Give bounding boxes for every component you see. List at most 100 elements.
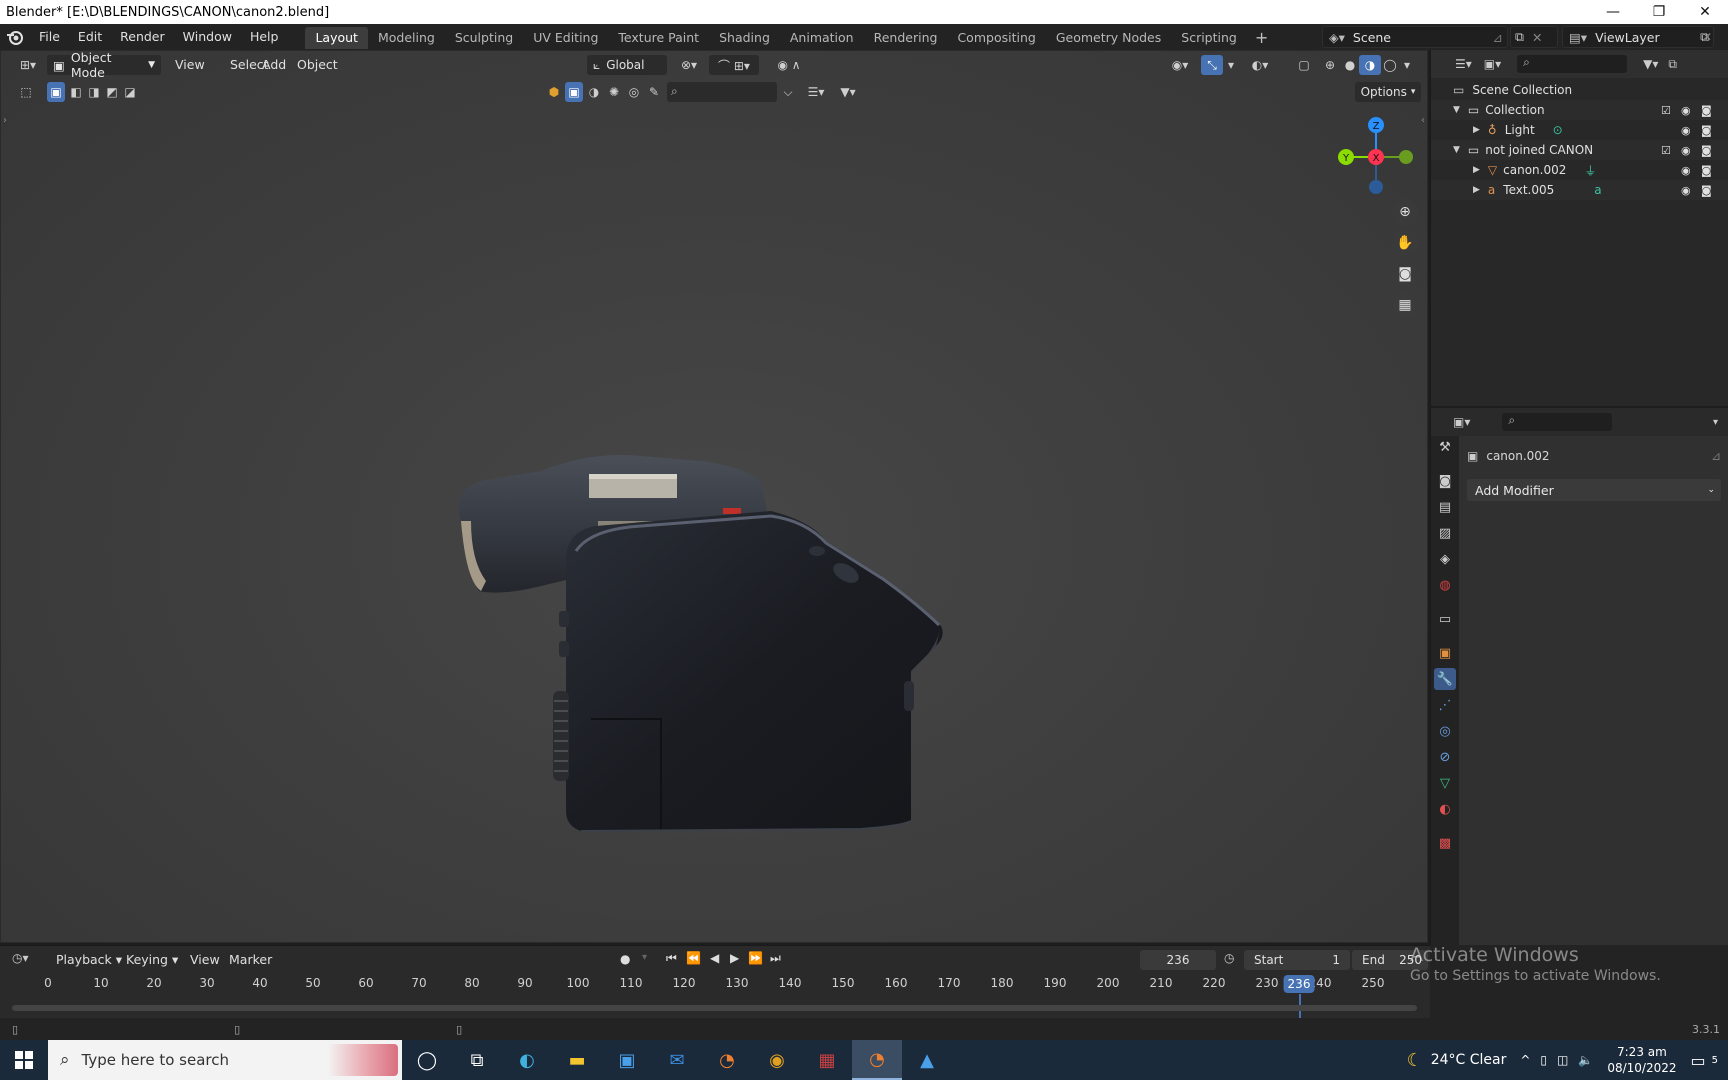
menu-edit[interactable]: Edit [69, 24, 111, 50]
tab-geometry-nodes[interactable]: Geometry Nodes [1046, 27, 1171, 49]
options-dropdown-icon[interactable]: ▾ [1713, 417, 1718, 428]
next-keyframe-icon[interactable]: ⏩ [748, 951, 763, 965]
camera-view-icon[interactable]: ◙ [1392, 261, 1418, 287]
blender-taskbar-icon[interactable]: ◔ [702, 1040, 752, 1080]
remove-viewlayer-icon[interactable]: ✕ [1702, 30, 1712, 44]
search-clear-icon[interactable]: ⌵ [779, 82, 797, 102]
expand-arrow-icon[interactable]: ▶ [1473, 125, 1480, 135]
display-mode-icon[interactable]: ▣▾ [1484, 57, 1501, 71]
expand-arrow-icon[interactable]: ▶ [1473, 185, 1480, 195]
close-button[interactable]: ✕ [1682, 0, 1728, 24]
menu-object[interactable]: Object [289, 54, 346, 76]
select-extend-icon[interactable]: ◧ [67, 82, 85, 102]
new-collection-icon[interactable]: ⧉ [1668, 57, 1677, 72]
outliner-filter-icon[interactable]: ☰▾ [801, 82, 831, 102]
chrome-icon[interactable]: ◉ [752, 1040, 802, 1080]
outliner-row-text-005[interactable]: ▶ a Text.005 a ◉ ◙ [1431, 180, 1728, 200]
constraints-tab-icon[interactable]: ⊘ [1434, 746, 1456, 768]
editor-type-icon[interactable]: ◷▾ [12, 951, 29, 965]
show-hidden-icons-icon[interactable]: ^ [1520, 1053, 1530, 1067]
filter-mesh-icon[interactable]: ▣ [565, 82, 583, 102]
scene-tab-icon[interactable]: ◈ [1434, 548, 1456, 570]
pin-icon[interactable]: ⊿ [1711, 449, 1721, 463]
menu-render[interactable]: Render [111, 24, 174, 50]
modifier-tab-icon[interactable]: 🔧 [1434, 668, 1456, 690]
pivot-icon[interactable]: ⊗▾ [675, 55, 703, 75]
menu-keying[interactable]: Keying ▾ [118, 949, 186, 971]
filter-material-icon[interactable]: ◑ [585, 82, 603, 102]
world-tab-icon[interactable]: ◍ [1434, 574, 1456, 596]
tab-sculpting[interactable]: Sculpting [445, 27, 523, 49]
photos-icon[interactable]: ▲ [902, 1040, 952, 1080]
object-mode-select[interactable]: ▣ Object Mode ▼ [47, 50, 161, 80]
material-tab-icon[interactable]: ◐ [1434, 798, 1456, 820]
jump-end-icon[interactable]: ⏭ [770, 951, 781, 966]
exclude-checkbox[interactable]: ☑ [1661, 144, 1671, 157]
tool-tab-icon[interactable]: ⚒ [1434, 436, 1456, 458]
playhead[interactable]: 236 [1283, 975, 1315, 993]
view-layer-tab-icon[interactable]: ▨ [1434, 522, 1456, 544]
render-camera-icon[interactable]: ◙ [1701, 124, 1712, 137]
stopwatch-icon[interactable]: ◷ [1224, 951, 1234, 965]
particles-tab-icon[interactable]: ⋰ [1434, 694, 1456, 716]
physics-tab-icon[interactable]: ◎ [1434, 720, 1456, 742]
eye-icon[interactable]: ◉ [1681, 104, 1691, 117]
solid-shading-icon[interactable]: ● [1339, 55, 1361, 75]
jump-start-icon[interactable]: ⏮ [666, 951, 677, 966]
clock[interactable]: 7:23 am 08/10/2022 [1607, 1044, 1676, 1076]
rendered-shading-icon[interactable]: ◯ [1379, 55, 1401, 75]
exclude-checkbox[interactable]: ☑ [1661, 104, 1671, 117]
menu-window[interactable]: Window [174, 24, 241, 50]
snap-icon[interactable]: ⌒ ⊞▾ [709, 55, 759, 75]
eye-icon[interactable]: ◉ [1681, 184, 1691, 197]
tab-texture-paint[interactable]: Texture Paint [608, 27, 709, 49]
toolbar-expand-icon[interactable]: › [3, 115, 7, 126]
xray-icon[interactable]: ▢ [1293, 55, 1315, 75]
prev-keyframe-icon[interactable]: ⏪ [686, 951, 701, 965]
pin-icon[interactable]: ⊿ [1493, 30, 1507, 45]
properties-search-field[interactable]: ⌕ [1502, 413, 1613, 431]
proportional-edit-icon[interactable]: ◉ ∧ [767, 55, 811, 75]
outliner-search-field[interactable]: ⌕ [1517, 55, 1628, 73]
play-icon[interactable]: ▶ [730, 951, 739, 965]
tab-shading[interactable]: Shading [709, 27, 780, 49]
show-gizmo-icon[interactable]: ⤡ [1201, 55, 1223, 75]
render-tab-icon[interactable]: ◙ [1434, 470, 1456, 492]
visibility-icon[interactable]: ◉▾ [1165, 55, 1195, 75]
collection-tab-icon[interactable]: ▭ [1434, 608, 1456, 630]
file-explorer-icon[interactable]: ▬ [552, 1040, 602, 1080]
editor-type-icon[interactable]: ⊞▾ [13, 55, 43, 75]
remove-scene-icon[interactable]: ✕ [1532, 30, 1542, 45]
blender-active-taskbar-icon[interactable]: ◔ [852, 1040, 902, 1080]
texture-tab-icon[interactable]: ▩ [1434, 832, 1456, 854]
render-camera-icon[interactable]: ◙ [1701, 164, 1712, 177]
expand-arrow-icon[interactable]: ▼ [1453, 145, 1460, 155]
render-camera-icon[interactable]: ◙ [1701, 184, 1712, 197]
edge-browser-icon[interactable]: ◐ [502, 1040, 552, 1080]
funnel-icon[interactable]: ▼▾ [833, 82, 863, 102]
wireframe-shading-icon[interactable]: ⊕ [1319, 55, 1341, 75]
play-reverse-icon[interactable]: ◀ [710, 951, 719, 965]
object-type-filter-icon[interactable]: ⬢ [545, 82, 563, 102]
object-tab-icon[interactable]: ▣ [1434, 642, 1456, 664]
cortana-icon[interactable]: ◯ [402, 1040, 452, 1080]
volume-icon[interactable]: 🔈 [1578, 1053, 1593, 1067]
eye-icon[interactable]: ◉ [1681, 164, 1691, 177]
blender-logo-icon[interactable] [0, 24, 30, 50]
editor-type-icon[interactable]: ☰▾ [1455, 57, 1472, 71]
tab-scripting[interactable]: Scripting [1171, 27, 1247, 49]
notification-center-icon[interactable]: ▭ [1691, 1051, 1706, 1070]
options-dropdown[interactable]: Options ▾ [1355, 82, 1421, 102]
material-shading-icon[interactable]: ◑ [1359, 55, 1381, 75]
output-tab-icon[interactable]: ▤ [1434, 496, 1456, 518]
record-icon[interactable]: ● [620, 952, 630, 966]
add-modifier-dropdown[interactable]: Add Modifier ⌄ [1467, 479, 1721, 501]
menu-view[interactable]: View [167, 54, 213, 76]
eye-icon[interactable]: ◉ [1681, 144, 1691, 157]
windows-start-icon[interactable] [0, 1040, 48, 1080]
expand-arrow-icon[interactable]: ▶ [1473, 165, 1480, 175]
filter-icon[interactable]: ▼▾ [1643, 57, 1658, 71]
network-icon[interactable]: ◫ [1557, 1053, 1568, 1067]
tab-rendering[interactable]: Rendering [864, 27, 948, 49]
tab-modeling[interactable]: Modeling [368, 27, 445, 49]
